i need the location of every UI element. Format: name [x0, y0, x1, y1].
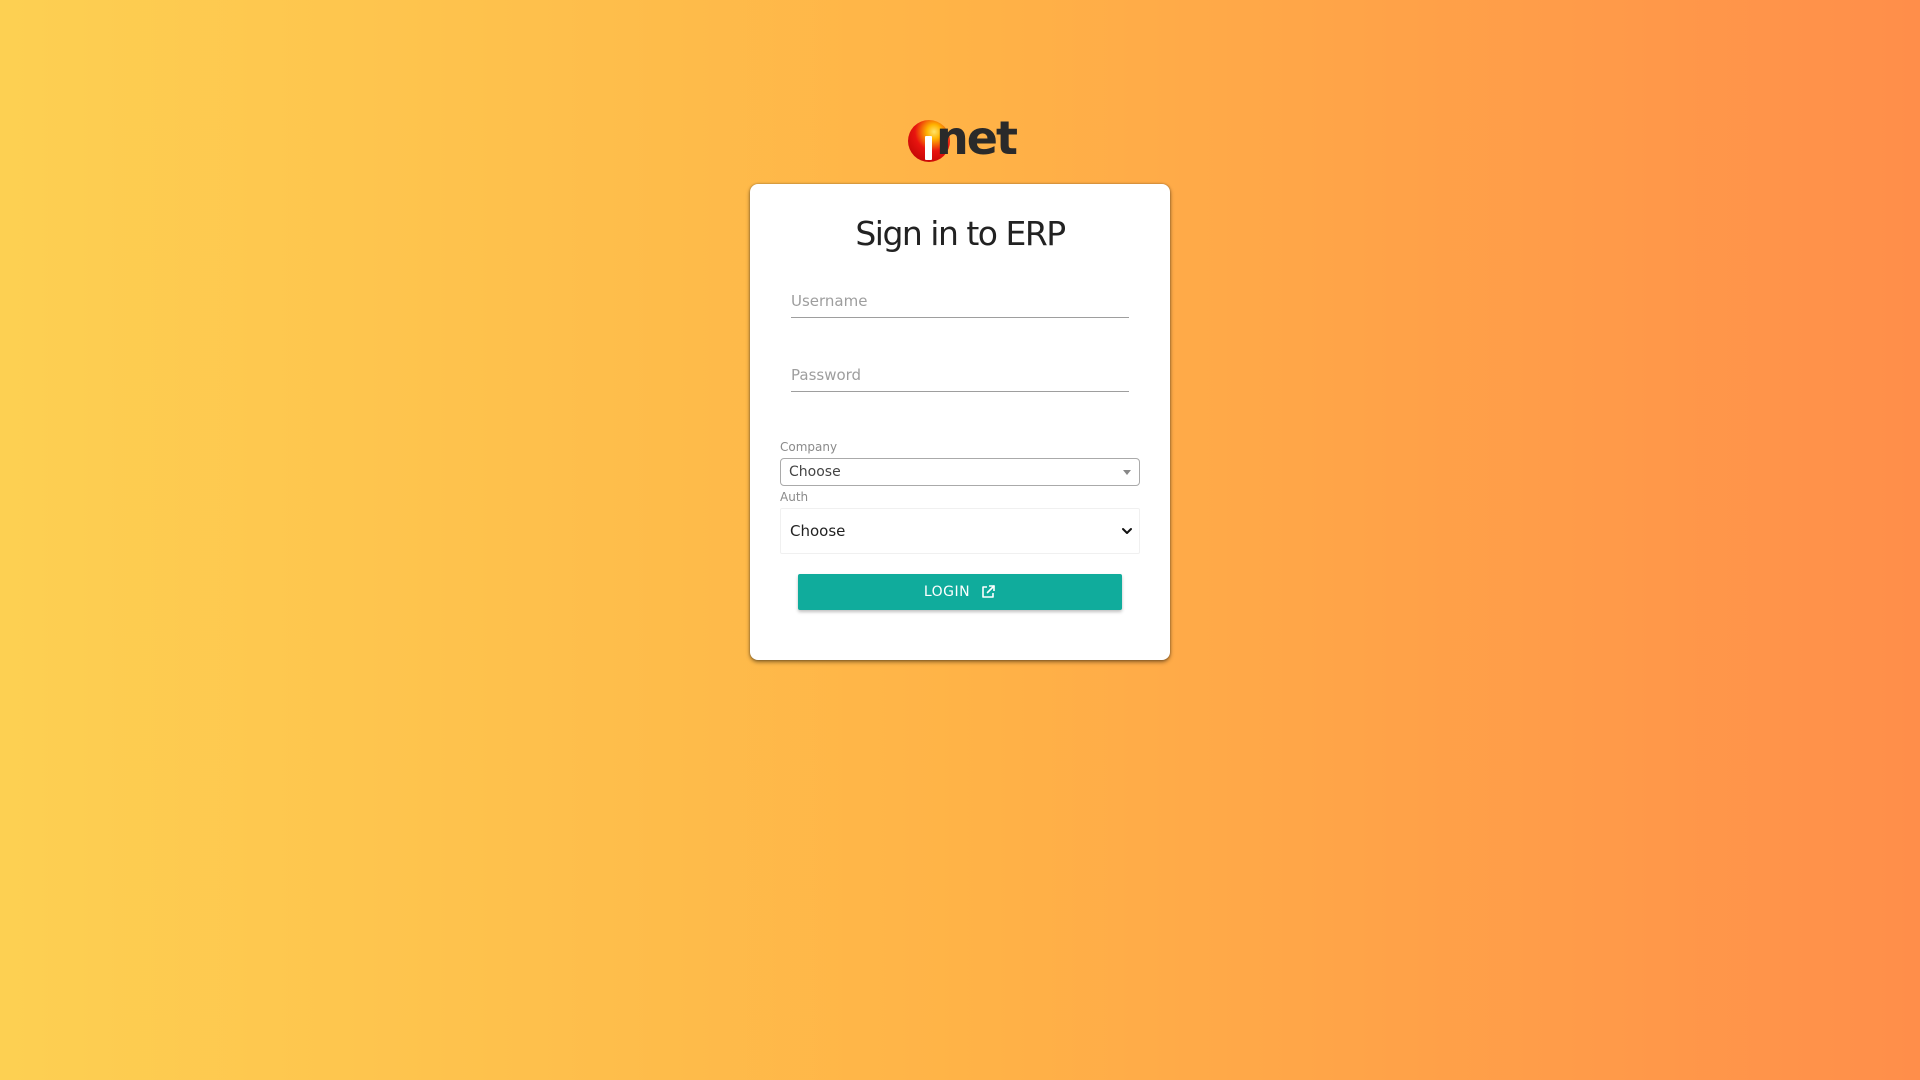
chevron-down-icon: [1122, 528, 1132, 534]
login-button-label: LOGIN: [923, 584, 971, 600]
auth-select[interactable]: Choose: [780, 508, 1140, 554]
page-title: Sign in to ERP: [855, 214, 1066, 253]
inet-logo: net: [906, 114, 1018, 166]
company-select[interactable]: Choose: [780, 458, 1140, 486]
external-link-icon: [982, 585, 995, 598]
company-selected-value: Choose: [789, 464, 841, 480]
username-input[interactable]: [791, 284, 1129, 318]
caret-down-icon: [1123, 470, 1131, 475]
auth-label: Auth: [780, 490, 809, 504]
login-card: Sign in to ERP Company Choose Auth Choos…: [750, 184, 1170, 660]
password-input[interactable]: [791, 358, 1129, 392]
auth-selected-value: Choose: [790, 522, 846, 540]
logo-text: net: [936, 111, 1018, 165]
login-button[interactable]: LOGIN: [798, 574, 1122, 610]
logo-i-stem: [925, 136, 932, 160]
company-label: Company: [780, 440, 838, 454]
